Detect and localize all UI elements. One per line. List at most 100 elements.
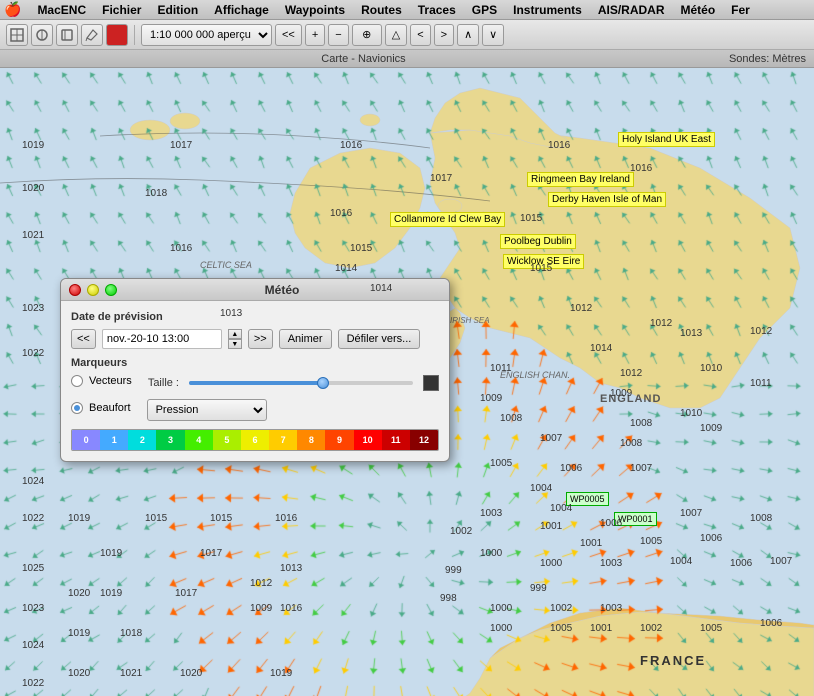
date-prevision-label: Date de prévision	[71, 311, 439, 323]
menu-affichage[interactable]: Affichage	[206, 0, 277, 20]
pressure-label: 1012	[570, 303, 592, 314]
pressure-label: 1004	[550, 503, 572, 514]
menu-fichier[interactable]: Fichier	[94, 0, 149, 20]
stepper-down-btn[interactable]: ▼	[228, 339, 242, 349]
pressure-label: 999	[445, 565, 462, 576]
pressure-label: 1017	[430, 173, 452, 184]
location-holy-island: Holy Island UK East	[618, 132, 715, 147]
pressure-label: 1013	[280, 563, 302, 574]
nav-down[interactable]: ∨	[482, 24, 504, 46]
pressure-label: 1016	[548, 140, 570, 151]
beaufort-radio[interactable]	[71, 402, 83, 414]
toolbar-red-btn[interactable]	[106, 24, 128, 46]
menu-waypoints[interactable]: Waypoints	[277, 0, 353, 20]
date-field[interactable]: nov.-20-10 13:00	[102, 329, 222, 349]
date-prev-prev-btn[interactable]: <<	[71, 329, 96, 349]
close-button[interactable]	[69, 284, 81, 296]
toolbar-btn-pencil[interactable]	[81, 24, 103, 46]
menu-macenc[interactable]: MacENC	[29, 0, 94, 20]
vecteurs-label: Vecteurs	[89, 375, 132, 387]
pressure-label: 1001	[590, 623, 612, 634]
nav-left[interactable]: <	[410, 24, 430, 46]
pressure-label: 1003	[480, 508, 502, 519]
location-poolbeg: Poolbeg Dublin	[500, 234, 576, 249]
nav-scale[interactable]: ⊕	[352, 24, 382, 46]
meteo-body: Date de prévision << nov.-20-10 13:00 ▲ …	[61, 301, 449, 461]
pressure-label: 1015	[520, 213, 542, 224]
pressure-label: 1017	[200, 548, 222, 559]
pressure-label: 1017	[170, 140, 192, 151]
pressure-label: 1009	[700, 423, 722, 434]
pressure-label: 1006	[760, 618, 782, 629]
scroll-btn[interactable]: Défiler vers...	[338, 329, 421, 349]
color-scale-cell-5: 5	[213, 430, 241, 450]
zoom-select[interactable]: 1:10 000 000 aperçu	[141, 24, 272, 46]
location-derby-haven: Derby Haven Isle of Man	[548, 192, 666, 207]
beaufort-label: Beaufort	[89, 402, 131, 414]
pressure-label: 1014	[590, 343, 612, 354]
pressure-label: 1001	[580, 538, 602, 549]
beaufort-row: Beaufort Pression	[71, 399, 439, 421]
maximize-button[interactable]	[105, 284, 117, 296]
menu-edition[interactable]: Edition	[149, 0, 206, 20]
location-ringmeen: Ringmeen Bay Ireland	[527, 172, 634, 187]
apple-menu-icon[interactable]: 🍎	[4, 1, 21, 18]
pressure-label: 1025	[22, 563, 44, 574]
color-scale-cell-8: 8	[297, 430, 325, 450]
menu-traces[interactable]: Traces	[410, 0, 464, 20]
nav-up[interactable]: ∧	[457, 24, 479, 46]
date-next-next-btn[interactable]: >>	[248, 329, 273, 349]
dialog-title: Météo	[123, 283, 441, 297]
toolbar-btn-2[interactable]	[31, 24, 53, 46]
pressure-label: 1020	[180, 668, 202, 679]
pressure-label: 1019	[100, 548, 122, 559]
menu-routes[interactable]: Routes	[353, 0, 410, 20]
menu-ais-radar[interactable]: AIS/RADAR	[590, 0, 673, 20]
pressure-label: 1008	[500, 413, 522, 424]
pressure-label: 1019	[68, 513, 90, 524]
nav-plus[interactable]: +	[305, 24, 325, 46]
pressure-label: 1012	[650, 318, 672, 329]
pressure-label: 1020	[68, 668, 90, 679]
color-scale-cell-2: 2	[128, 430, 156, 450]
color-scale-cell-6: 6	[241, 430, 269, 450]
map-area[interactable]: ENGLISH CHAN. IRISH SEA CELTIC SEA FRANC…	[0, 68, 814, 696]
pressure-label: 1016	[275, 513, 297, 524]
pression-select[interactable]: Pression	[147, 399, 267, 421]
size-label: Taille :	[148, 377, 179, 389]
menu-meteo[interactable]: Météo	[673, 0, 724, 20]
pressure-label: 1021	[120, 668, 142, 679]
pressure-label: 1007	[540, 433, 562, 444]
color-swatch[interactable]	[423, 375, 439, 391]
animate-btn[interactable]: Animer	[279, 329, 332, 349]
pressure-label: 1018	[120, 628, 142, 639]
pressure-label: 1022	[22, 348, 44, 359]
nav-minus[interactable]: −	[328, 24, 348, 46]
pressure-label: 1005	[640, 536, 662, 547]
pressure-label: 1013	[680, 328, 702, 339]
pressure-label: 1008	[750, 513, 772, 524]
nav-triangle[interactable]: △	[385, 24, 407, 46]
svg-text:IRISH SEA: IRISH SEA	[450, 316, 490, 325]
menu-fer[interactable]: Fer	[723, 0, 758, 20]
vecteurs-radio[interactable]	[71, 375, 83, 387]
menu-gps[interactable]: GPS	[464, 0, 505, 20]
color-scale-cell-0: 0	[72, 430, 100, 450]
color-scale-cell-12: 12	[410, 430, 438, 450]
title-carte: Carte - Navionics	[8, 53, 719, 65]
pressure-label: 1022	[22, 513, 44, 524]
pressure-label: 1012	[250, 578, 272, 589]
nav-prev-prev[interactable]: <<	[275, 24, 302, 46]
minimize-button[interactable]	[87, 284, 99, 296]
pressure-label: 1014	[370, 283, 392, 294]
toolbar-separator-1	[134, 25, 135, 45]
size-slider-thumb[interactable]	[317, 377, 329, 389]
nav-right[interactable]: >	[434, 24, 454, 46]
menu-instruments[interactable]: Instruments	[505, 0, 590, 20]
toolbar-btn-1[interactable]	[6, 24, 28, 46]
pressure-label: 1022	[22, 678, 44, 689]
stepper-up-btn[interactable]: ▲	[228, 329, 242, 339]
svg-text:CELTIC SEA: CELTIC SEA	[200, 260, 252, 270]
pressure-label: 1007	[770, 556, 792, 567]
toolbar-btn-3[interactable]	[56, 24, 78, 46]
